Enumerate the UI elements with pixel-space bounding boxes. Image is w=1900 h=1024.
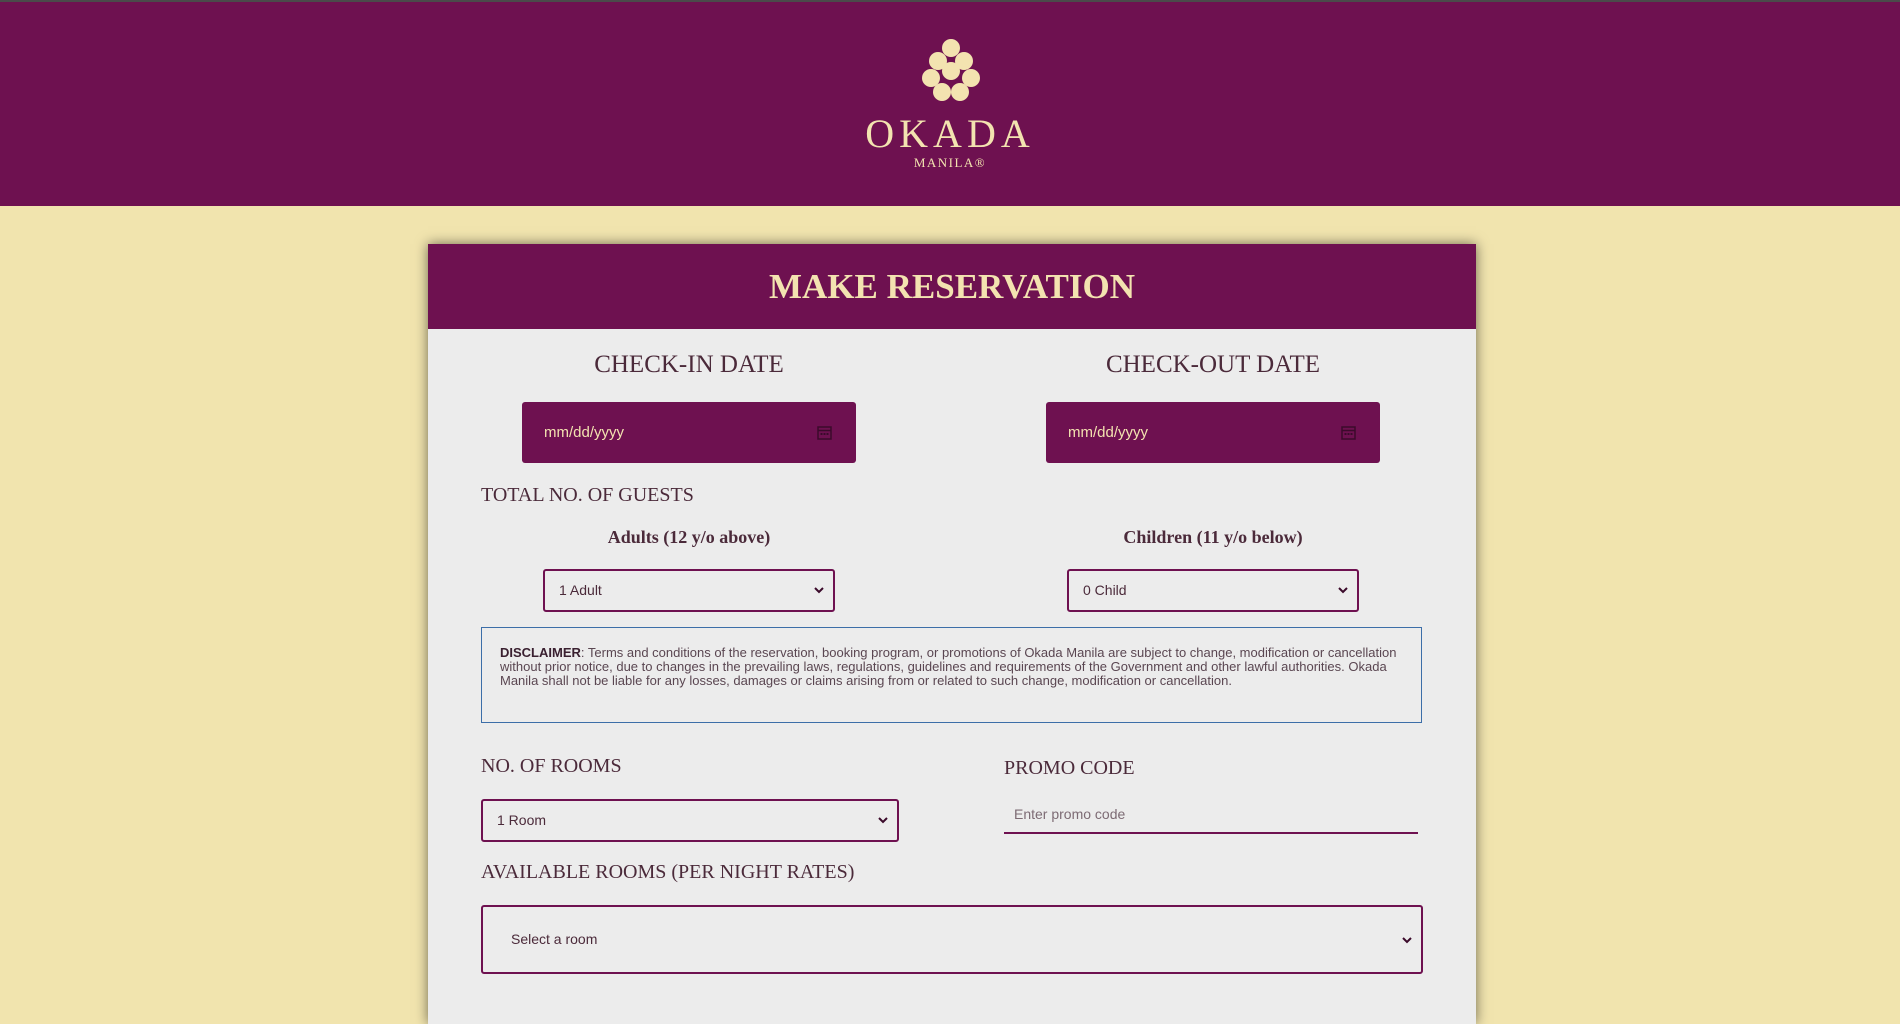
- guests-label: TOTAL NO. OF GUESTS: [481, 484, 694, 506]
- reservation-title: MAKE RESERVATION: [428, 244, 1476, 329]
- brand-wordmark: OKADA: [865, 111, 1035, 156]
- checkout-placeholder: mm/dd/yyyy: [1068, 424, 1149, 441]
- available-rooms-select[interactable]: Select a room: [481, 905, 1423, 974]
- available-rooms-value: Select a room: [511, 931, 598, 947]
- checkin-placeholder: mm/dd/yyyy: [544, 424, 625, 441]
- rooms-select[interactable]: 1 Room: [481, 799, 899, 842]
- site-header: OKADA MANILA®: [0, 2, 1900, 206]
- disclaimer-heading: DISCLAIMER: [500, 645, 581, 660]
- okada-flower-icon: [922, 39, 980, 101]
- checkin-date-input[interactable]: mm/dd/yyyy: [522, 402, 856, 463]
- available-rooms-label: AVAILABLE ROOMS (PER NIGHT RATES): [481, 861, 855, 883]
- adults-label: Adults (12 y/o above): [607, 527, 771, 547]
- promo-placeholder: Enter promo code: [1014, 806, 1126, 822]
- rooms-value: 1 Room: [497, 812, 547, 828]
- brand-subtitle: MANILA®: [913, 155, 987, 170]
- adults-value: 1 Adult: [559, 582, 602, 598]
- adults-select[interactable]: 1 Adult: [543, 569, 835, 612]
- okada-logo[interactable]: OKADA MANILA®: [850, 38, 1050, 178]
- children-label: Children (11 y/o below): [1123, 527, 1303, 547]
- chevron-down-icon: [878, 817, 888, 824]
- promo-label: PROMO CODE: [1004, 757, 1135, 779]
- disclaimer-text: : Terms and conditions of the reservatio…: [500, 645, 1397, 688]
- chevron-down-icon: [814, 587, 824, 594]
- disclaimer-box: DISCLAIMER: Terms and conditions of the …: [481, 627, 1422, 723]
- reservation-card: MAKE RESERVATION CHECK-IN DATE mm/dd/yyy…: [428, 244, 1476, 1024]
- chevron-down-icon: [1338, 587, 1348, 594]
- promo-code-input[interactable]: Enter promo code: [1004, 794, 1418, 834]
- rooms-label: NO. OF ROOMS: [481, 755, 622, 777]
- checkout-date-input[interactable]: mm/dd/yyyy: [1046, 402, 1380, 463]
- calendar-icon[interactable]: [817, 425, 832, 440]
- checkout-label: CHECK-OUT DATE: [1105, 351, 1321, 378]
- chevron-down-icon: [1402, 937, 1412, 944]
- children-value: 0 Child: [1083, 582, 1127, 598]
- calendar-icon[interactable]: [1341, 425, 1356, 440]
- children-select[interactable]: 0 Child: [1067, 569, 1359, 612]
- checkin-label: CHECK-IN DATE: [594, 351, 784, 378]
